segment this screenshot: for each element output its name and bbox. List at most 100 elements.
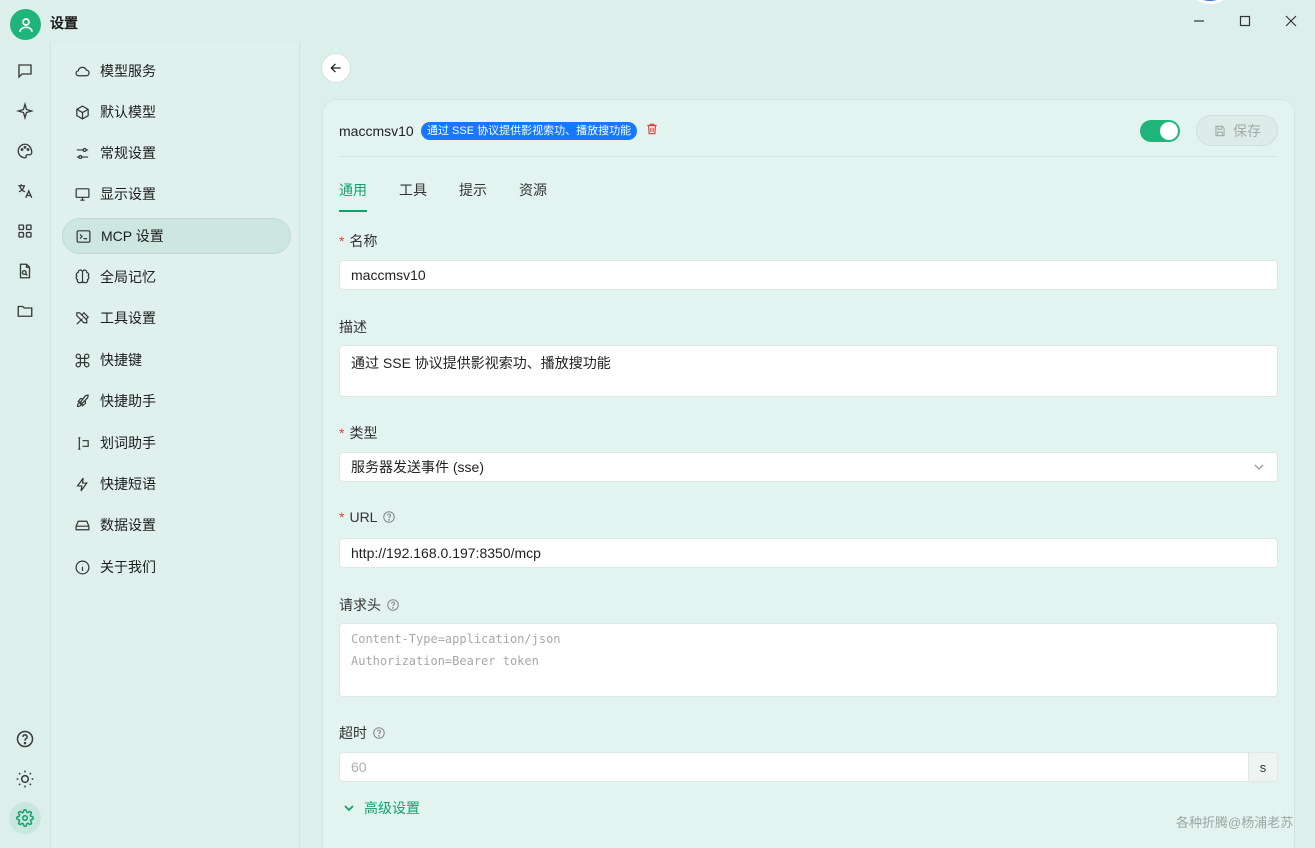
help-circle-icon[interactable] bbox=[372, 726, 386, 740]
chevron-down-icon bbox=[344, 805, 354, 812]
name-label: * 名称 bbox=[339, 231, 377, 251]
settings-gear-icon[interactable] bbox=[9, 802, 41, 834]
cube-icon bbox=[73, 103, 91, 121]
save-button[interactable]: 保存 bbox=[1196, 115, 1278, 146]
chat-icon[interactable] bbox=[14, 60, 36, 82]
command-icon bbox=[73, 351, 91, 369]
server-name: maccmsv10 bbox=[339, 123, 414, 139]
sidebar-item-label: 快捷键 bbox=[100, 352, 142, 368]
sidebar-item-label: 全局记忆 bbox=[100, 269, 156, 285]
description-label-text: 描述 bbox=[339, 319, 367, 335]
sidebar-item-label: 快捷助手 bbox=[100, 393, 156, 409]
maximize-button[interactable] bbox=[1234, 10, 1256, 32]
type-label-text: 类型 bbox=[349, 425, 378, 441]
drive-icon bbox=[73, 516, 91, 534]
help-circle-icon[interactable] bbox=[386, 598, 400, 612]
url-label: * URL bbox=[339, 509, 396, 525]
tab-prompts[interactable]: 提示 bbox=[459, 180, 487, 200]
palette-icon[interactable] bbox=[14, 140, 36, 162]
close-button[interactable] bbox=[1280, 10, 1302, 32]
apps-grid-icon[interactable] bbox=[14, 220, 36, 242]
active-tab-indicator bbox=[339, 210, 367, 212]
watermark: 各种折腾@杨浦老苏 bbox=[1176, 815, 1294, 830]
sidebar-item-label: 划词助手 bbox=[100, 435, 156, 451]
help-circle-icon[interactable] bbox=[382, 510, 396, 524]
translate-icon[interactable] bbox=[14, 180, 36, 202]
sparkle-icon[interactable] bbox=[14, 100, 36, 122]
window-title: 设置 bbox=[50, 15, 78, 31]
sidebar-item-model-service[interactable]: 模型服务 bbox=[62, 53, 291, 89]
tab-tools[interactable]: 工具 bbox=[399, 180, 427, 200]
sidebar-item-shortcuts[interactable]: 快捷键 bbox=[62, 342, 291, 378]
sidebar-item-default-model[interactable]: 默认模型 bbox=[62, 94, 291, 130]
terminal-icon bbox=[74, 227, 92, 245]
rocket-icon bbox=[73, 392, 91, 410]
timeout-label: 超时 bbox=[339, 723, 386, 743]
headers-placeholder-line1: Content-Type=application/json bbox=[351, 632, 561, 646]
sidebar-item-label: 关于我们 bbox=[100, 559, 156, 575]
sidebar-item-tools[interactable]: 工具设置 bbox=[62, 300, 291, 336]
tab-resources[interactable]: 资源 bbox=[519, 180, 547, 200]
sidebar-item-about[interactable]: 关于我们 bbox=[62, 549, 291, 585]
settings-sidebar: 模型服务 默认模型 常规设置 显示设置 MCP 设置 全局记忆 工具设置 快捷键… bbox=[50, 42, 300, 848]
timeout-label-text: 超时 bbox=[339, 725, 367, 741]
type-label: * 类型 bbox=[339, 423, 377, 443]
required-marker: * bbox=[339, 425, 345, 441]
name-input[interactable]: maccmsv10 bbox=[339, 260, 1278, 290]
sidebar-item-mcp[interactable]: MCP 设置 bbox=[62, 218, 291, 254]
close-icon bbox=[1285, 15, 1297, 27]
required-marker: * bbox=[339, 233, 345, 249]
user-icon bbox=[18, 17, 33, 32]
cloud-icon bbox=[73, 62, 91, 80]
sidebar-item-data[interactable]: 数据设置 bbox=[62, 507, 291, 543]
brain-icon bbox=[73, 268, 91, 286]
name-label-text: 名称 bbox=[349, 233, 378, 249]
maximize-icon bbox=[1239, 15, 1251, 27]
sidebar-item-label: 快捷短语 bbox=[100, 476, 156, 492]
headers-placeholder-line2: Authorization=Bearer token bbox=[351, 654, 539, 668]
headers-textarea[interactable]: Content-Type=application/json Authorizat… bbox=[339, 623, 1278, 697]
file-search-icon[interactable] bbox=[14, 260, 36, 282]
monitor-icon bbox=[73, 185, 91, 203]
headers-label: 请求头 bbox=[339, 595, 400, 615]
arrow-left-icon bbox=[330, 63, 341, 73]
minimize-icon bbox=[1194, 20, 1204, 22]
description-tag: 通过 SSE 协议提供影视索功、播放搜功能 bbox=[421, 122, 638, 140]
sidebar-item-display[interactable]: 显示设置 bbox=[62, 176, 291, 212]
back-button[interactable] bbox=[321, 53, 351, 83]
url-input[interactable]: http://192.168.0.197:8350/mcp bbox=[339, 538, 1278, 568]
minimize-button[interactable] bbox=[1188, 10, 1210, 32]
server-enabled-toggle[interactable] bbox=[1140, 120, 1180, 142]
folder-icon[interactable] bbox=[14, 300, 36, 322]
timeout-input[interactable]: 60 bbox=[339, 752, 1249, 782]
info-icon bbox=[73, 558, 91, 576]
name-value: maccmsv10 bbox=[351, 267, 426, 283]
main-panel: maccmsv10 通过 SSE 协议提供影视索功、播放搜功能 保存 通用 工具… bbox=[301, 42, 1315, 848]
sidebar-item-label: 默认模型 bbox=[100, 104, 156, 120]
corner-avatar bbox=[1188, 0, 1232, 4]
url-value: http://192.168.0.197:8350/mcp bbox=[351, 545, 541, 561]
toggle-knob bbox=[1160, 122, 1178, 140]
theme-sun-icon[interactable] bbox=[14, 768, 36, 790]
url-label-text: URL bbox=[349, 509, 378, 525]
sidebar-item-global-memory[interactable]: 全局记忆 bbox=[62, 259, 291, 295]
divider bbox=[339, 156, 1278, 157]
type-select[interactable]: 服务器发送事件 (sse) bbox=[339, 452, 1278, 482]
mcp-server-card: maccmsv10 通过 SSE 协议提供影视索功、播放搜功能 保存 通用 工具… bbox=[322, 99, 1295, 848]
required-marker: * bbox=[339, 509, 345, 525]
sidebar-item-quick-assistant[interactable]: 快捷助手 bbox=[62, 383, 291, 419]
tab-general[interactable]: 通用 bbox=[339, 180, 367, 200]
help-icon[interactable] bbox=[14, 728, 36, 750]
sidebar-item-quick-phrases[interactable]: 快捷短语 bbox=[62, 466, 291, 502]
sidebar-item-label: MCP 设置 bbox=[101, 228, 164, 244]
zap-icon bbox=[73, 475, 91, 493]
user-avatar[interactable] bbox=[10, 9, 41, 40]
description-textarea[interactable]: 通过 SSE 协议提供影视索功、播放搜功能 bbox=[339, 345, 1278, 397]
trash-icon[interactable] bbox=[645, 122, 661, 138]
sidebar-item-general[interactable]: 常规设置 bbox=[62, 135, 291, 171]
sidebar-item-label: 模型服务 bbox=[100, 63, 156, 79]
sidebar-item-selection-assistant[interactable]: 划词助手 bbox=[62, 425, 291, 461]
icon-rail bbox=[0, 42, 50, 848]
tools-icon bbox=[73, 309, 91, 327]
advanced-settings-toggle[interactable]: 高级设置 bbox=[343, 798, 420, 818]
